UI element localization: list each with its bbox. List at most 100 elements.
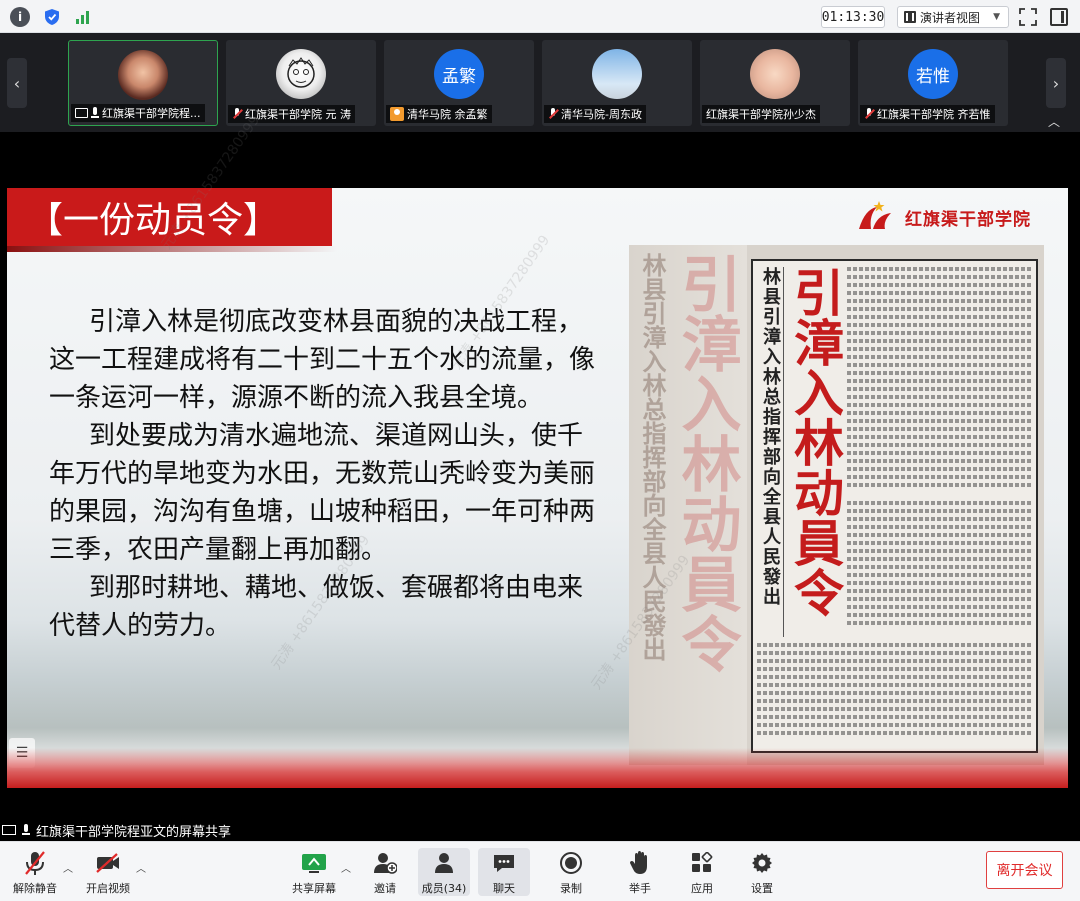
mic-muted-icon xyxy=(22,850,48,876)
slide-paragraph: 到处要成为清水遍地流、渠道网山头，使千年万代的旱地变为水田，无数荒山秃岭变为美丽… xyxy=(49,421,596,565)
mic-muted-icon xyxy=(232,108,242,120)
newspaper-text-block xyxy=(757,643,1033,748)
settings-label: 设置 xyxy=(751,882,773,895)
slide-title: 【一份动员令】 xyxy=(7,188,332,246)
share-status-bar: 红旗渠干部学院程亚文的屏幕共享 xyxy=(0,819,1080,841)
start-video-button[interactable]: 开启视频 xyxy=(84,848,132,896)
sidebar-toggle-icon[interactable] xyxy=(1050,8,1068,26)
unmute-label: 解除静音 xyxy=(13,882,57,895)
members-icon xyxy=(431,850,457,876)
slide-paragraph: 引漳入林是彻底改变林县面貌的决战工程，这一工程建成将有二十到二十五个水的流量，像… xyxy=(49,307,596,413)
gear-icon xyxy=(749,850,775,876)
settings-button[interactable]: 设置 xyxy=(742,848,782,896)
collapse-strip-icon[interactable]: ︿ xyxy=(1048,113,1060,130)
participant-tile[interactable]: 红旗渠干部学院程... xyxy=(68,40,218,126)
share-status-text: 红旗渠干部学院程亚文的屏幕共享 xyxy=(36,824,232,840)
chat-button[interactable]: 聊天 xyxy=(478,848,530,896)
apps-button[interactable]: 应用 xyxy=(682,848,722,896)
raise-hand-label: 举手 xyxy=(629,882,651,895)
raise-hand-button[interactable]: 举手 xyxy=(620,848,660,896)
presentation-slide: 【一份动员令】 红旗渠干部学院 引漳入林是彻底改变林县面貌的决战工程，这一工程建… xyxy=(7,188,1068,788)
participant-label: 清华马院-周东政 xyxy=(544,105,646,123)
hand-icon xyxy=(627,850,653,876)
strip-prev-button[interactable]: ‹ xyxy=(7,58,27,108)
ghost-subhead: 林县引漳入林总指挥部向全县人民發出 xyxy=(638,253,667,661)
participant-tile[interactable]: 孟繁 清华马院 余孟繁 xyxy=(384,40,534,126)
unmute-button[interactable]: 解除静音 xyxy=(10,848,60,896)
record-label: 录制 xyxy=(560,882,582,895)
participant-tile[interactable]: 红旗渠干部学院孙少杰 xyxy=(700,40,850,126)
fullscreen-icon[interactable] xyxy=(1019,8,1037,26)
apps-icon xyxy=(689,850,715,876)
participant-avatar xyxy=(118,50,168,100)
column-divider xyxy=(783,267,784,637)
ghost-headline: 引漳入林动員令 xyxy=(671,253,741,673)
flag-logo-icon xyxy=(855,199,895,235)
slide-body: 引漳入林是彻底改变林县面貌的决战工程，这一工程建成将有二十到二十五个水的流量，像… xyxy=(49,303,604,645)
leave-meeting-button[interactable]: 离开会议 xyxy=(986,851,1063,889)
invite-label: 邀请 xyxy=(374,882,396,895)
participant-avatar xyxy=(592,49,642,99)
newspaper-headline: 引漳入林动員令 xyxy=(786,267,845,617)
title-shadow xyxy=(7,246,337,252)
meeting-toolbar: 解除静音 ︿ 开启视频 ︿ 共享屏幕 ︿ 邀请 成员(34) 聊天 录制 举手 … xyxy=(0,841,1080,901)
newspaper-subhead: 林县引漳入林总指挥部向全县人民發出 xyxy=(760,267,781,607)
share-screen-icon xyxy=(301,850,327,876)
shared-screen: 【一份动员令】 红旗渠干部学院 引漳入林是彻底改变林县面貌的决战工程，这一工程建… xyxy=(0,112,1080,822)
mic-muted-icon xyxy=(864,108,874,120)
participant-avatar: 若惟 xyxy=(908,49,958,99)
participant-avatar xyxy=(750,49,800,99)
college-logo: 红旗渠干部学院 xyxy=(855,199,1031,235)
participant-tile[interactable]: 若惟 红旗渠干部学院 齐若惟 xyxy=(858,40,1008,126)
participant-tile[interactable]: 红旗渠干部学院 元 涛 xyxy=(226,40,376,126)
newspaper-text-block xyxy=(847,501,1033,636)
chat-icon xyxy=(491,850,517,876)
share-screen-label: 共享屏幕 xyxy=(292,882,336,895)
screen-share-icon xyxy=(2,825,16,835)
apps-label: 应用 xyxy=(691,882,713,895)
participant-tile[interactable]: 清华马院-周东政 xyxy=(542,40,692,126)
mic-icon xyxy=(22,824,30,836)
participant-avatar: 孟繁 xyxy=(434,49,484,99)
shield-icon[interactable] xyxy=(42,7,62,27)
participant-name: 红旗渠干部学院 齐若惟 xyxy=(877,108,991,121)
info-icon[interactable]: i xyxy=(10,7,30,27)
participant-label: 红旗渠干部学院 元 涛 xyxy=(228,105,355,123)
user-icon xyxy=(390,107,404,121)
logo-text: 红旗渠干部学院 xyxy=(905,209,1031,230)
share-options-caret[interactable]: ︿ xyxy=(341,860,351,875)
signal-icon[interactable] xyxy=(73,7,93,27)
members-button[interactable]: 成员(34) xyxy=(418,848,470,896)
meeting-timer: 01:13:30 xyxy=(821,6,885,28)
camera-off-icon xyxy=(95,850,121,876)
slide-paragraph: 到那时耕地、耩地、做饭、套碾都将由电来代替人的劳力。 xyxy=(49,573,584,641)
newspaper-shadow: 林县引漳入林总指挥部向全县人民發出 引漳入林动員令 xyxy=(629,245,747,765)
newspaper-text-block xyxy=(847,267,1033,497)
record-icon xyxy=(558,850,584,876)
members-label: 成员(34) xyxy=(421,882,467,895)
participant-label: 红旗渠干部学院 齐若惟 xyxy=(860,105,995,123)
mic-icon xyxy=(91,107,99,119)
add-user-icon xyxy=(372,850,398,876)
record-button[interactable]: 录制 xyxy=(551,848,591,896)
audio-options-caret[interactable]: ︿ xyxy=(63,860,73,875)
video-options-caret[interactable]: ︿ xyxy=(136,860,146,875)
participant-label: 清华马院 余孟繁 xyxy=(386,105,492,123)
participant-label: 红旗渠干部学院程... xyxy=(71,104,205,122)
top-bar: i 01:13:30 演讲者视图 ▼ xyxy=(0,0,1080,33)
participant-label: 红旗渠干部学院孙少杰 xyxy=(702,105,820,123)
share-screen-button[interactable]: 共享屏幕 xyxy=(290,848,338,896)
view-mode-dropdown[interactable]: 演讲者视图 ▼ xyxy=(897,6,1009,28)
screen-share-icon xyxy=(75,108,88,118)
participant-name: 红旗渠干部学院孙少杰 xyxy=(706,108,816,121)
mic-muted-icon xyxy=(548,108,558,120)
strip-next-button[interactable]: › xyxy=(1046,58,1066,108)
participant-avatar xyxy=(276,49,326,99)
participant-name: 清华马院 余孟繁 xyxy=(407,108,488,121)
invite-button[interactable]: 邀请 xyxy=(363,848,407,896)
participant-name: 清华马院-周东政 xyxy=(561,108,642,121)
start-video-label: 开启视频 xyxy=(86,882,130,895)
chevron-down-icon: ▼ xyxy=(993,12,1000,22)
newspaper-page: 林县引漳入林总指挥部向全县人民發出 引漳入林动員令 xyxy=(751,259,1038,753)
view-mode-label: 演讲者视图 xyxy=(920,10,981,25)
